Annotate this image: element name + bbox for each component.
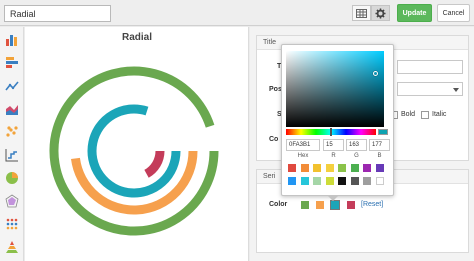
- horizontal-bar-icon: [6, 57, 18, 68]
- palette-swatch[interactable]: [350, 164, 359, 172]
- sidebar-item-scatter[interactable]: [3, 123, 21, 141]
- red-input[interactable]: 15: [323, 139, 344, 151]
- pyramid-icon: [6, 241, 18, 253]
- blue-label: B: [377, 153, 382, 159]
- italic-checkbox[interactable]: [421, 111, 429, 119]
- line-chart-icon: [5, 81, 19, 91]
- radial-chart: [49, 66, 219, 236]
- scatter-icon: [6, 126, 18, 137]
- series-color-swatch-1[interactable]: [301, 201, 309, 209]
- hex-input[interactable]: 0FA3B1: [286, 139, 320, 151]
- palette-swatch[interactable]: [325, 164, 334, 172]
- italic-label: Italic: [432, 111, 447, 118]
- chevron-down-icon: [453, 88, 459, 92]
- palette-swatch[interactable]: [325, 177, 334, 185]
- table-icon: [356, 8, 367, 18]
- area-chart-icon: [6, 105, 18, 115]
- palette-swatch[interactable]: [300, 177, 309, 185]
- bar-chart-icon: [6, 35, 17, 46]
- step-line-icon: [5, 149, 18, 162]
- bold-label: Bold: [401, 111, 416, 118]
- title-text-field[interactable]: [397, 60, 463, 74]
- green-label: G: [354, 153, 359, 159]
- palette-swatch[interactable]: [375, 177, 384, 185]
- gear-icon: [375, 7, 386, 19]
- palette-swatch[interactable]: [313, 164, 321, 172]
- settings-button[interactable]: [371, 5, 390, 21]
- dot-matrix-icon: [6, 218, 18, 230]
- sidebar-item-area[interactable]: [3, 100, 21, 118]
- chart-type-sidebar: [0, 27, 24, 261]
- green-input[interactable]: 163: [346, 139, 367, 151]
- radial-bar-4: [144, 150, 165, 178]
- chart-preview: Radial: [25, 27, 249, 261]
- series-color-swatch-3[interactable]: [330, 200, 340, 210]
- hue-slider-handle[interactable]: [330, 128, 332, 136]
- red-label: R: [331, 153, 336, 159]
- current-color-preview: [378, 129, 388, 135]
- palette-swatch[interactable]: [363, 177, 371, 185]
- palette-swatch[interactable]: [313, 177, 321, 185]
- palette-swatch[interactable]: [288, 164, 296, 172]
- palette-swatch[interactable]: [375, 164, 384, 172]
- series-color-label: Color: [269, 201, 288, 208]
- spider-icon: [5, 194, 19, 208]
- title-position-select[interactable]: [397, 82, 463, 96]
- palette-swatch[interactable]: [300, 164, 309, 172]
- series-color-swatch-2[interactable]: [316, 201, 324, 209]
- blue-input[interactable]: 177: [369, 139, 390, 151]
- title-position-label: Pos: [269, 86, 282, 93]
- table-view-button[interactable]: [352, 5, 371, 21]
- sidebar-item-spider[interactable]: [3, 192, 21, 210]
- series-color-swatch-4[interactable]: [347, 201, 355, 209]
- sidebar-item-step[interactable]: [3, 146, 21, 164]
- reset-colors-link[interactable]: [Reset]: [361, 201, 383, 208]
- sidebar-item-pyramid[interactable]: [3, 238, 21, 256]
- toolbar: Update Cancel: [0, 0, 474, 26]
- palette-swatch[interactable]: [338, 164, 346, 172]
- sidebar-item-pie[interactable]: [3, 169, 21, 187]
- sidebar-item-bar[interactable]: [3, 31, 21, 49]
- palette-swatch[interactable]: [338, 177, 346, 185]
- update-button[interactable]: Update: [397, 4, 432, 22]
- sidebar-item-dot-matrix[interactable]: [3, 215, 21, 233]
- color-cursor[interactable]: [373, 71, 378, 76]
- sidebar-item-line[interactable]: [3, 77, 21, 95]
- cancel-button[interactable]: Cancel: [437, 4, 470, 22]
- chart-name-input[interactable]: [4, 5, 111, 22]
- palette-swatch[interactable]: [363, 164, 371, 172]
- sidebar-item-horizontal-bar[interactable]: [3, 54, 21, 72]
- picker-pointer: [328, 196, 338, 201]
- saturation-value-area[interactable]: [286, 51, 384, 127]
- hex-label: Hex: [297, 153, 309, 159]
- pie-chart-icon: [6, 172, 18, 184]
- palette-swatch[interactable]: [350, 177, 359, 185]
- color-picker-popup: 0FA3B1 15 163 177 Hex R G B: [281, 44, 394, 196]
- title-color-label: Co: [269, 136, 279, 143]
- palette-swatch[interactable]: [288, 177, 296, 185]
